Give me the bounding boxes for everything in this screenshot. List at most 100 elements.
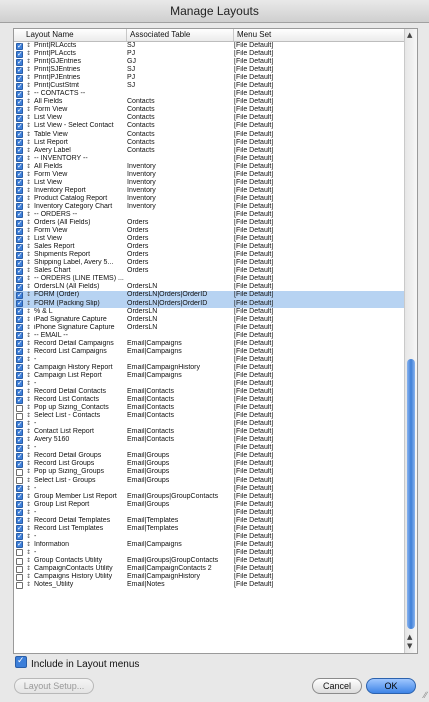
table-row[interactable]: ↕List View Inventory [File Default] [14,178,404,187]
drag-handle-icon[interactable]: ↕ [26,332,31,340]
table-row[interactable]: ↕Form View Inventory [File Default] [14,170,404,179]
include-row-checkbox[interactable] [16,557,23,565]
include-row-checkbox[interactable] [16,194,23,203]
drag-handle-icon[interactable]: ↕ [26,300,31,308]
drag-handle-icon[interactable]: ↕ [26,219,31,227]
drag-handle-icon[interactable]: ↕ [26,66,31,74]
table-row[interactable]: ↕- [File Default] [14,532,404,541]
include-row-checkbox[interactable] [16,420,23,428]
include-row-checkbox[interactable] [16,508,23,517]
include-row-checkbox[interactable] [16,315,23,324]
drag-handle-icon[interactable]: ↕ [26,485,31,493]
table-row[interactable]: ↕ Group Contacts Utility Email|Groups|Grou… [14,557,404,565]
table-row[interactable]: ↕FORM (Packing Slip) OrdersLN|Orders|Orde… [14,299,404,308]
drag-handle-icon[interactable]: ↕ [26,525,31,533]
include-row-checkbox[interactable] [16,275,23,283]
table-row[interactable]: ↕List View Orders [File Default] [14,235,404,243]
drag-handle-icon[interactable]: ↕ [26,509,31,517]
include-checkbox[interactable] [15,655,27,668]
table-row[interactable]: ↕Record List Templates Email|Templates [Fi… [14,524,404,533]
drag-handle-icon[interactable]: ↕ [26,251,31,259]
drag-handle-icon[interactable]: ↕ [26,243,31,251]
drag-handle-icon[interactable]: ↕ [26,533,31,541]
table-row[interactable]: ↕Print|PLAccts PJ [File Default] [14,50,404,58]
include-row-checkbox[interactable] [16,363,23,372]
table-row[interactable]: ↕List Report Contacts [File Default] [14,138,404,147]
drag-handle-icon[interactable]: ↕ [26,179,31,187]
table-row[interactable]: ↕Group Member List Report Email|Groups|Gr… [14,492,404,501]
include-row-checkbox[interactable] [16,90,23,98]
drag-handle-icon[interactable]: ↕ [26,324,31,332]
include-row-checkbox[interactable] [16,259,23,267]
table-row[interactable]: ↕Group List Report Email|Groups [File Defa… [14,500,404,509]
include-row-checkbox[interactable] [16,58,23,66]
include-row-checkbox[interactable] [16,355,23,364]
include-row-checkbox[interactable] [16,170,23,179]
drag-handle-icon[interactable]: ↕ [26,356,31,364]
vertical-scrollbar[interactable]: ▲ ▲ ▼ [404,29,417,653]
drag-handle-icon[interactable]: ↕ [26,541,31,549]
drag-handle-icon[interactable]: ↕ [26,316,31,324]
drag-handle-icon[interactable]: ↕ [26,139,31,147]
drag-handle-icon[interactable]: ↕ [26,155,31,163]
table-row[interactable]: ↕Record Detail Templates Email|Templates [… [14,516,404,525]
table-row[interactable]: ↕ Pop up Sizing_Contacts Email|Contacts [Fi… [14,404,404,412]
drag-handle-icon[interactable]: ↕ [26,420,31,428]
table-row[interactable]: ↕FORM (Order) OrdersLN|Orders|OrderID [Fil… [14,291,404,300]
include-row-checkbox[interactable] [16,331,23,340]
include-row-checkbox[interactable] [16,396,23,404]
drag-handle-icon[interactable]: ↕ [26,275,31,283]
drag-handle-icon[interactable]: ↕ [26,477,31,485]
table-row[interactable]: ↕OrdersLN (All Fields) OrdersLN [File Defa… [14,283,404,291]
drag-handle-icon[interactable]: ↕ [26,444,31,452]
table-row[interactable]: ↕Form View Contacts [File Default] [14,106,404,114]
drag-handle-icon[interactable]: ↕ [26,163,31,171]
include-row-checkbox[interactable] [16,219,23,227]
drag-handle-icon[interactable]: ↕ [26,428,31,436]
table-row[interactable]: ↕Shipping Label, Avery 5... Orders [File D… [14,259,404,267]
drag-handle-icon[interactable]: ↕ [26,58,31,66]
drag-handle-icon[interactable]: ↕ [26,404,31,412]
table-row[interactable]: ↕Record Detail Contacts Email|Contacts [Fi… [14,388,404,396]
drag-handle-icon[interactable]: ↕ [26,106,31,114]
table-row[interactable]: ↕- [File Default] [14,549,404,557]
table-row[interactable]: ↕Print|RLAccts SJ [File Default] [14,42,404,50]
include-row-checkbox[interactable] [16,477,23,485]
include-row-checkbox[interactable] [16,299,23,307]
drag-handle-icon[interactable]: ↕ [26,501,31,509]
table-row[interactable]: ↕-- CONTACTS -- [File Default] [14,90,404,98]
column-header-layout-name[interactable]: Layout Name [14,29,127,41]
drag-handle-icon[interactable]: ↕ [26,573,31,581]
drag-handle-icon[interactable]: ↕ [26,74,31,82]
drag-handle-icon[interactable]: ↕ [26,283,31,291]
drag-handle-icon[interactable]: ↕ [26,412,31,420]
include-row-checkbox[interactable] [16,444,23,452]
table-row[interactable]: ↕-- ORDERS -- [File Default] [14,210,404,219]
table-row[interactable]: ↕Print|GJEntries GJ [File Default] [14,58,404,66]
drag-handle-icon[interactable]: ↕ [26,195,31,203]
include-row-checkbox[interactable] [16,122,23,130]
scroll-down-icon[interactable]: ▼ [407,642,412,650]
include-row-checkbox[interactable] [16,516,23,525]
include-row-checkbox[interactable] [16,210,23,219]
table-row[interactable]: ↕Record Detail Campaigns Email|Campaigns [… [14,339,404,348]
ok-button[interactable]: OK [366,678,416,694]
drag-handle-icon[interactable]: ↕ [26,493,31,501]
drag-handle-icon[interactable]: ↕ [26,436,31,444]
drag-handle-icon[interactable]: ↕ [26,557,31,565]
include-row-checkbox[interactable] [16,50,23,58]
table-row[interactable]: ↕% & L OrdersLN [File Default] [14,307,404,316]
drag-handle-icon[interactable]: ↕ [26,308,31,316]
drag-handle-icon[interactable]: ↕ [26,452,31,460]
include-row-checkbox[interactable] [16,243,23,251]
cancel-button[interactable]: Cancel [312,678,362,694]
include-row-checkbox[interactable] [16,323,23,332]
include-row-checkbox[interactable] [16,339,23,348]
table-row[interactable]: ↕Inventory Category Chart Inventory [File … [14,202,404,211]
include-row-checkbox[interactable] [16,460,23,468]
include-row-checkbox[interactable] [16,371,23,380]
column-header-associated-table[interactable]: Associated Table [127,29,234,41]
table-row[interactable]: ↕-- ORDERS (LINE ITEMS) ... [File Default… [14,275,404,283]
include-row-checkbox[interactable] [16,267,23,275]
table-row[interactable]: ↕Table View Contacts [File Default] [14,130,404,139]
